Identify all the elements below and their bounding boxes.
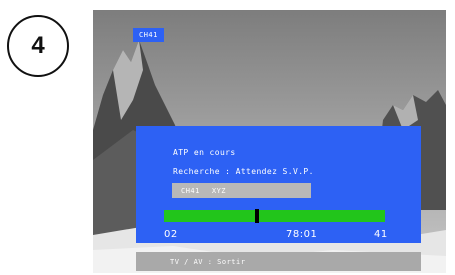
step-number-badge: 4 — [7, 15, 69, 77]
progress-max-label: 41 — [374, 229, 388, 240]
progress-center-label: 78:01 — [286, 229, 318, 240]
tv-screen: CH41 ATP en cours Recherche : Attendez S… — [93, 10, 446, 273]
exit-hint-bar: TV / AV : Sortir — [136, 252, 421, 271]
channel-indicator: CH41 — [133, 28, 164, 42]
progress-marker — [255, 209, 259, 223]
channel-number: CH41 — [181, 186, 200, 195]
dialog-title: ATP en cours — [173, 148, 236, 157]
progress-min-label: 02 — [164, 229, 178, 240]
atp-search-dialog: ATP en cours Recherche : Attendez S.V.P.… — [136, 126, 421, 243]
current-channel-field: CH41 XYZ — [172, 183, 311, 198]
channel-name: XYZ — [211, 186, 227, 195]
search-progress-bar — [164, 209, 385, 223]
search-status-text: Recherche : Attendez S.V.P. — [173, 167, 314, 176]
